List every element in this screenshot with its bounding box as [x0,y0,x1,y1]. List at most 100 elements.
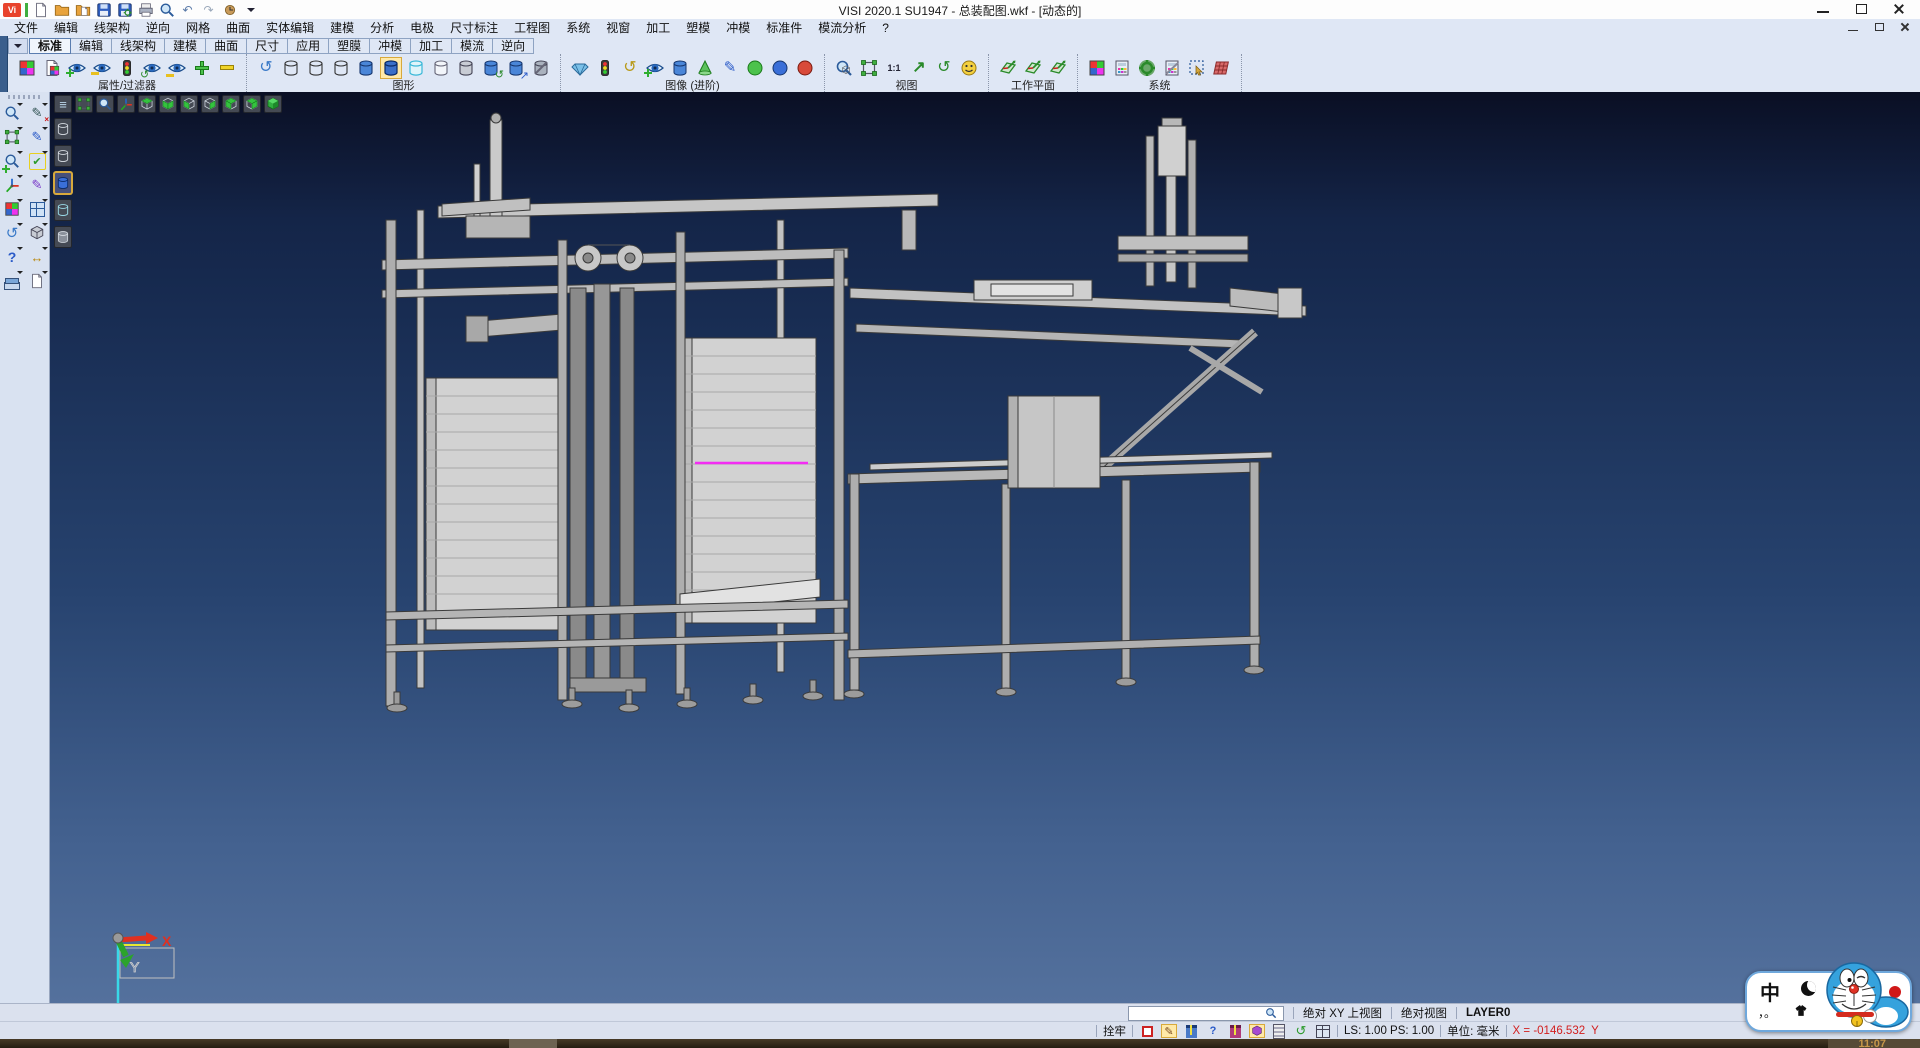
solid-cube-icon[interactable] [27,223,47,243]
save-icon[interactable] [95,2,112,17]
cylinder-wireframe3-icon[interactable] [330,57,352,79]
open-file-icon[interactable] [53,2,70,17]
menu-help[interactable]: ? [874,21,897,35]
render-gem-icon[interactable] [569,57,591,79]
cylinder-shaded-icon[interactable] [355,57,377,79]
status-window-grid-icon[interactable] [1315,1024,1331,1038]
selection-frame-icon[interactable] [2,127,22,147]
tab-machining[interactable]: 加工 [410,38,452,54]
tab-progress[interactable]: 冲模 [369,38,411,54]
regenerate-icon[interactable]: ↺ [255,57,277,79]
tab-surface[interactable]: 曲面 [205,38,247,54]
view-right-icon[interactable] [243,95,261,113]
status-list-icon[interactable] [1271,1024,1287,1038]
mdi-minimize-button[interactable] [1844,21,1862,33]
view-face-icon[interactable] [958,57,980,79]
menu-dimension[interactable]: 尺寸标注 [442,19,506,36]
ime-mode-indicator[interactable]: 中 [1760,977,1780,1006]
calculator-icon[interactable] [1111,57,1133,79]
remove-entities-icon[interactable] [216,57,238,79]
mdi-restore-button[interactable] [1870,21,1888,33]
copy-properties-icon[interactable] [41,57,63,79]
ime-punctuation-toggle[interactable]: ，。 [1758,1004,1776,1021]
view-left-icon[interactable] [222,95,240,113]
layer-stack-icon[interactable] [2,271,22,291]
menu-edit[interactable]: 编辑 [46,19,86,36]
moon-icon[interactable] [1801,981,1816,996]
cylinder-shaded-edges-icon[interactable] [380,57,402,79]
rendermode-wireframe-depth-icon[interactable] [54,145,72,167]
curve-sketch-icon[interactable]: ✎ [27,175,47,195]
grid-settings-icon[interactable] [1211,57,1233,79]
sphere-red-icon[interactable] [794,57,816,79]
menu-modeling[interactable]: 建模 [322,19,362,36]
rendermode-shaded-icon[interactable] [54,172,72,194]
mdi-close-button[interactable] [1896,21,1914,33]
render-pen-icon[interactable]: ✎ [719,57,741,79]
attribute-table-icon[interactable] [1161,57,1183,79]
delete-sketch-icon[interactable]: ✎× [27,103,47,123]
view-iso-icon[interactable] [264,95,282,113]
eye-remove-icon[interactable] [91,57,113,79]
cylinder-tools-icon[interactable] [530,57,552,79]
zoom-in-out-icon[interactable] [2,151,22,171]
new-file-icon[interactable] [32,2,49,17]
panel-grip-handle[interactable] [8,95,41,99]
menu-reverse[interactable]: 逆向 [138,19,178,36]
help-query-icon[interactable]: ? [2,247,22,267]
menu-file[interactable]: 文件 [6,19,46,36]
menu-analysis[interactable]: 分析 [362,19,402,36]
command-search-box[interactable] [1128,1006,1284,1021]
tab-edit[interactable]: 编辑 [70,38,112,54]
selection-filter-icon[interactable] [1186,57,1208,79]
search-input[interactable] [1131,1006,1265,1020]
render-traffic-icon[interactable] [594,57,616,79]
zoom-tool-icon[interactable] [2,103,22,123]
tab-standard[interactable]: 标准 [29,38,71,54]
menu-surface[interactable]: 曲面 [218,19,258,36]
tab-mould[interactable]: 塑膜 [328,38,370,54]
snap-lock-label[interactable]: 拴牢 [1103,1023,1126,1039]
status-help-icon[interactable]: ? [1205,1024,1221,1038]
properties-palette-icon[interactable] [16,57,38,79]
spline-sketch-icon[interactable]: ✎ [27,127,47,147]
cylinder-regen-icon[interactable]: ↺ [480,57,502,79]
cylinder-transparent-icon[interactable] [405,57,427,79]
tab-reverse[interactable]: 逆向 [492,38,534,54]
menu-window[interactable]: 视窗 [598,19,638,36]
menu-mesh[interactable]: 网格 [178,19,218,36]
workplane-move-icon[interactable] [1022,57,1044,79]
history-icon[interactable] [221,2,238,17]
sphere-blue-icon[interactable] [769,57,791,79]
render-cylinder-icon[interactable] [669,57,691,79]
quick-access-dropdown[interactable] [242,2,259,17]
view-back-icon[interactable] [201,95,219,113]
view-bottom-icon[interactable] [159,95,177,113]
maximize-button[interactable] [1842,1,1880,17]
render-plus-minus-icon[interactable] [644,57,666,79]
tab-application[interactable]: 应用 [287,38,329,54]
menu-progress[interactable]: 冲模 [718,19,758,36]
rendermode-shaded-edges-icon[interactable] [54,199,72,221]
menu-solid-edit[interactable]: 实体编辑 [258,19,322,36]
menu-drawing[interactable]: 工程图 [506,19,558,36]
viewport-axis-icon[interactable] [117,95,135,113]
3d-viewport-canvas[interactable]: ≡ [50,92,1920,1003]
rendermode-hidden-line-icon[interactable] [54,226,72,248]
tab-dimension[interactable]: 尺寸 [246,38,288,54]
menu-machining[interactable]: 加工 [638,19,678,36]
cylinder-hidden-line-icon[interactable] [455,57,477,79]
color-table-icon[interactable] [1086,57,1108,79]
tab-modeling[interactable]: 建模 [164,38,206,54]
ime-skin-icon[interactable] [1793,1005,1809,1017]
add-entities-icon[interactable] [191,57,213,79]
status-record-icon[interactable] [1139,1024,1155,1038]
settings-gear-icon[interactable] [1136,57,1158,79]
viewport-zoom-window-icon[interactable] [75,95,93,113]
workplane-align-icon[interactable] [1047,57,1069,79]
status-edit-icon[interactable]: ✎ [1161,1024,1177,1038]
zoom-extents-icon[interactable] [833,57,855,79]
status-refresh-icon[interactable]: ↺ [1293,1024,1309,1038]
menu-wireframe[interactable]: 线架构 [86,19,138,36]
layer-palette-icon[interactable] [2,199,22,219]
